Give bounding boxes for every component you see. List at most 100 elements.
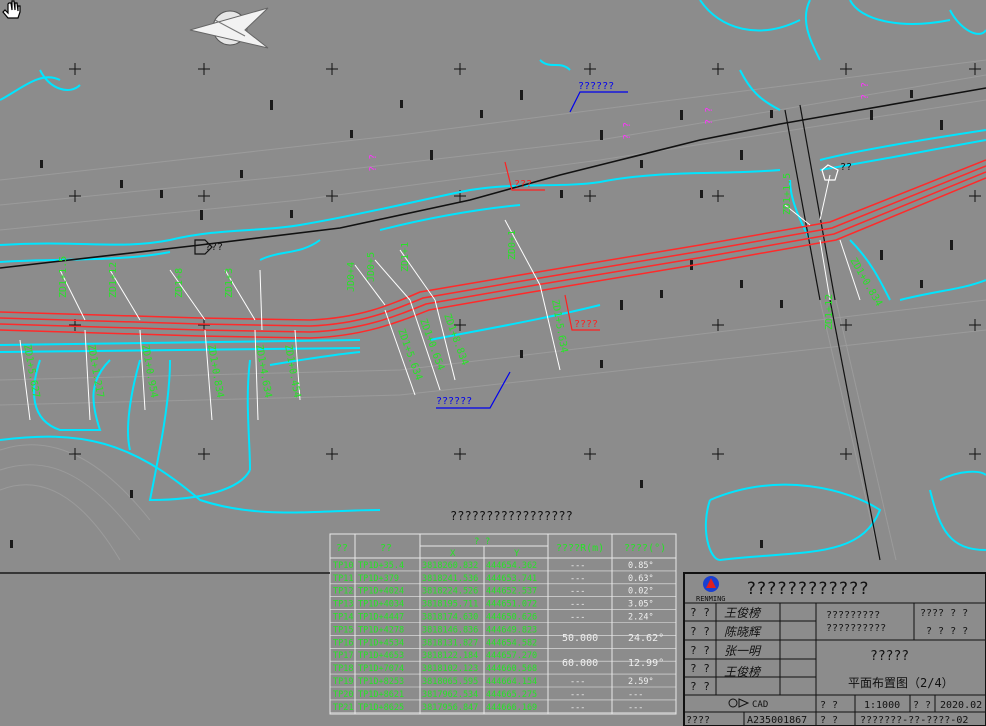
table-cell: TP1D+7074 xyxy=(358,664,404,674)
merged-radius-1: 50.000 xyxy=(562,633,598,644)
stage-label: ???? ? ? xyxy=(920,608,968,619)
table-cell: 0.63° xyxy=(628,574,654,584)
table-cell: --- xyxy=(570,587,585,597)
date-value: 2020.02 xyxy=(940,700,982,711)
project-name-2: ?????????? xyxy=(826,623,886,634)
merged-radius-2: 60.000 xyxy=(562,658,598,669)
role-label: ? ? xyxy=(690,625,710,638)
compass-point-label: ?? xyxy=(840,162,852,173)
station-label: JD0+5 xyxy=(366,252,377,282)
table-cell: TP14 xyxy=(333,613,353,623)
table-header-station: ?? xyxy=(380,543,392,554)
title-block: RENMING ???????????? ? ? ? ? ? ? ? ? ? ?… xyxy=(683,572,986,726)
role-label: ? ? xyxy=(690,680,710,693)
red-callout-2-text: ???? xyxy=(574,319,598,330)
table-cell: TP1D+4278 xyxy=(358,625,404,635)
company-name: ???????????? xyxy=(746,579,869,599)
role-label: ? ? xyxy=(690,644,710,657)
table-cell: TP1D+4024 xyxy=(358,587,404,597)
role-label: ? ? xyxy=(690,606,710,619)
drawing-no-label: ? ? xyxy=(820,715,838,726)
station-label: ZD1+1.5 xyxy=(782,173,793,215)
coordinate-table: ????????????????? ?? ?? ? ? X Y ????R(m)… xyxy=(329,509,677,715)
red-callout-1-text: ??? xyxy=(514,179,532,190)
table-cell: 444666.169 xyxy=(486,703,537,713)
table-cell: 3.05° xyxy=(628,600,654,610)
table-cell: 0.85° xyxy=(628,561,654,571)
station-label: ZD0+1 xyxy=(507,230,518,260)
table-cell: TP1D+379 xyxy=(358,574,399,584)
station-label: ZD1+1 xyxy=(400,242,411,272)
table-header-no: ?? xyxy=(336,543,348,554)
table-cell: 3817956.847 xyxy=(422,703,478,713)
table-cell: --- xyxy=(628,703,643,713)
table-header-coord: ? ? xyxy=(474,537,490,547)
drawing-name-1: ????? xyxy=(870,649,909,664)
table-cell: 0.02° xyxy=(628,587,654,597)
table-cell: 3818224.526 xyxy=(422,587,478,597)
table-cell: TP1D+4447 xyxy=(358,613,404,623)
table-cell: 3818174.630 xyxy=(422,613,478,623)
table-cell: TP1D+35.4 xyxy=(358,561,404,571)
table-cell: 3818102.123 xyxy=(422,664,478,674)
table-cell: TP15 xyxy=(333,625,353,635)
date-label: ? ? xyxy=(913,700,931,711)
table-cell: 444652.537 xyxy=(486,587,537,597)
magenta-label: ? ? xyxy=(704,107,715,125)
table-cell: TP19 xyxy=(333,677,353,687)
table-cell: 444654.362 xyxy=(486,561,537,571)
table-cell: 444657.270 xyxy=(486,651,537,661)
table-cell: TP13 xyxy=(333,600,353,610)
table-cell: 3817962.534 xyxy=(422,690,478,700)
table-cell: --- xyxy=(570,613,585,623)
station-label: ZD1+8 xyxy=(174,268,185,298)
table-cell: 444653.741 xyxy=(486,574,537,584)
table-cell: TP1D+4653 xyxy=(358,651,404,661)
magenta-label: ? ? xyxy=(622,122,633,140)
table-cell: TP21 xyxy=(333,703,353,713)
table-cell: 444654.582 xyxy=(486,638,537,648)
role-label: ? ? xyxy=(690,662,710,675)
table-cell: TP20 xyxy=(333,690,353,700)
table-header-x: X xyxy=(450,549,456,559)
station-label: ZD1+1.5 xyxy=(58,256,69,298)
table-cell: TP16 xyxy=(333,638,353,648)
table-cell: --- xyxy=(570,561,585,571)
magenta-label: ? ? xyxy=(368,154,379,172)
blue-callout-2-text: ?????? xyxy=(436,396,472,407)
drawing-name-2: 平面布置图（2/4） xyxy=(848,676,954,690)
signature: 陈晓辉 xyxy=(724,625,762,639)
magenta-label: ? ? xyxy=(860,82,871,100)
table-header-y: Y xyxy=(514,549,520,559)
coordinate-table-title: ????????????????? xyxy=(450,509,573,523)
merged-angle-1: 24.62° xyxy=(628,633,664,644)
cert-value: A235001867 xyxy=(747,715,807,726)
table-header-radius: ????R(m) xyxy=(556,543,604,554)
cad-drawing-canvas[interactable]: ??? ?? ?????? ?????? ??? ???? ZD1+1.5 ZD… xyxy=(0,0,986,726)
cad-label: CAD xyxy=(752,700,768,710)
table-cell: 444650.626 xyxy=(486,613,537,623)
table-cell: TP1D+8621 xyxy=(358,690,404,700)
table-cell: --- xyxy=(628,690,643,700)
table-cell: 3818260.832 xyxy=(422,561,478,571)
stage-value: ? ? ? ? xyxy=(926,626,968,637)
table-cell: TP10 xyxy=(333,561,353,571)
table-cell: TP12 xyxy=(333,587,353,597)
table-cell: 3818146.836 xyxy=(422,625,478,635)
blue-callout-1-text: ?????? xyxy=(578,81,614,92)
table-cell: TP1D+4034 xyxy=(358,600,404,610)
table-cell: 3818195.711 xyxy=(422,600,478,610)
table-cell: --- xyxy=(570,574,585,584)
scale-value: 1:1000 xyxy=(864,700,900,711)
signature: 王俊榜 xyxy=(724,606,762,620)
table-cell: TP1D+8253 xyxy=(358,677,404,687)
station-label: ZD1+12 xyxy=(824,294,835,330)
table-cell: 444665.275 xyxy=(486,690,537,700)
table-cell: 2.59° xyxy=(628,677,654,687)
table-cell: --- xyxy=(570,690,585,700)
table-cell: --- xyxy=(570,600,585,610)
table-cell: TP1D+4534 xyxy=(358,638,404,648)
table-header-angle: ????(°) xyxy=(624,543,666,554)
table-cell: TP17 xyxy=(333,651,353,661)
table-cell: 444660.568 xyxy=(486,664,537,674)
